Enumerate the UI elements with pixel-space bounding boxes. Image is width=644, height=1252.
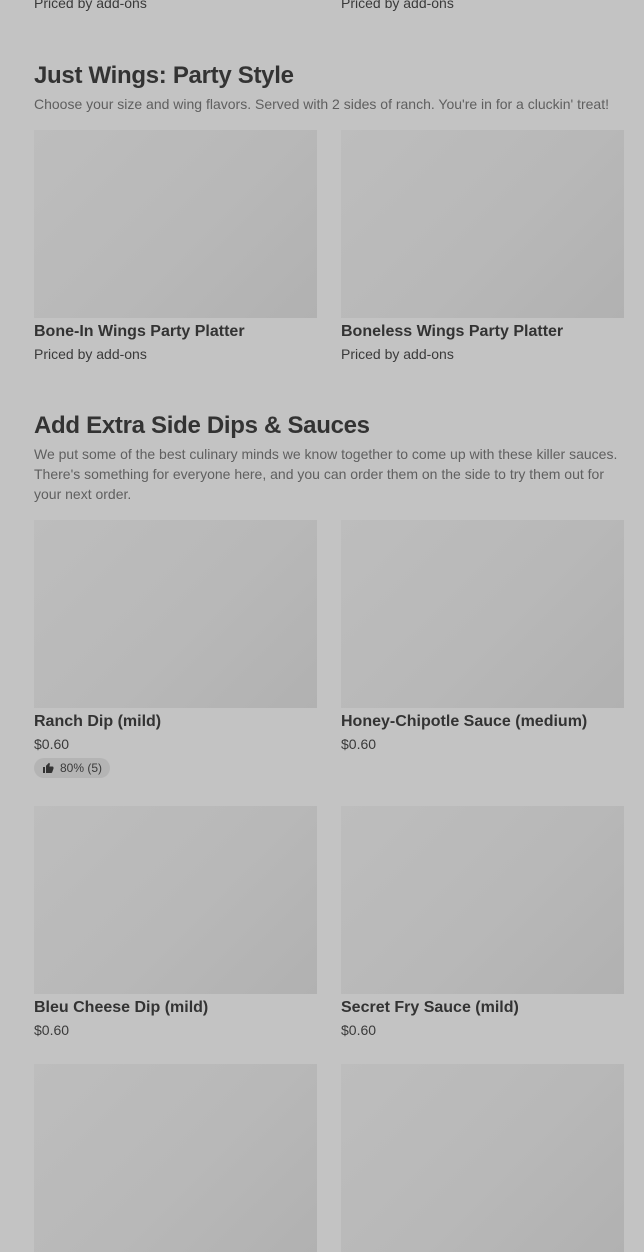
- item-image: [341, 520, 624, 708]
- menu-item-card[interactable]: [341, 1064, 624, 1252]
- item-name: Honey-Chipotle Sauce (medium): [341, 713, 588, 730]
- item-price: $0.60: [341, 1022, 377, 1038]
- item-image: [34, 806, 317, 994]
- item-image: [341, 1064, 624, 1252]
- item-name: Bleu Cheese Dip (mild): [34, 999, 209, 1016]
- item-price: $0.60: [341, 736, 377, 752]
- item-name: Secret Fry Sauce (mild): [341, 999, 519, 1016]
- item-image: [341, 806, 624, 994]
- item-price: $0.60: [34, 736, 70, 752]
- item-price: Priced by add-ons: [341, 0, 454, 11]
- thumbs-up-icon: [43, 762, 54, 773]
- item-name: Boneless Wings Party Platter: [341, 323, 564, 340]
- menu-item-card[interactable]: [34, 1064, 317, 1252]
- menu-item-card[interactable]: Honey-Chipotle Sauce (medium) $0.60: [341, 520, 624, 754]
- section-description: Choose your size and wing flavors. Serve…: [34, 96, 609, 112]
- menu-item-card[interactable]: Bone-In Wings Party Platter Priced by ad…: [34, 130, 317, 364]
- item-price: $0.60: [34, 1022, 70, 1038]
- item-price: Priced by add-ons: [34, 346, 147, 362]
- section-title: Add Extra Side Dips & Sauces: [34, 412, 370, 439]
- item-image: [34, 520, 317, 708]
- item-name: Ranch Dip (mild): [34, 713, 162, 730]
- rating-badge: 80% (5): [34, 758, 111, 778]
- item-name: Bone-In Wings Party Platter: [34, 323, 245, 340]
- menu-item-card[interactable]: Ranch Dip (mild) $0.60 80% (5): [34, 520, 317, 779]
- item-image: [341, 130, 624, 318]
- item-price: Priced by add-ons: [341, 346, 454, 362]
- section-description: We put some of the best culinary minds w…: [34, 446, 618, 502]
- menu-item-card[interactable]: Secret Fry Sauce (mild) $0.60: [341, 806, 624, 1040]
- item-image: [34, 130, 317, 318]
- section-title: Just Wings: Party Style: [34, 62, 294, 89]
- item-price: Priced by add-ons: [34, 0, 147, 11]
- menu-item-card[interactable]: Bleu Cheese Dip (mild) $0.60: [34, 806, 317, 1040]
- rating-text: 80% (5): [60, 761, 103, 775]
- menu-item-card[interactable]: Boneless Wings Party Platter Priced by a…: [341, 130, 624, 364]
- item-image: [34, 1064, 317, 1252]
